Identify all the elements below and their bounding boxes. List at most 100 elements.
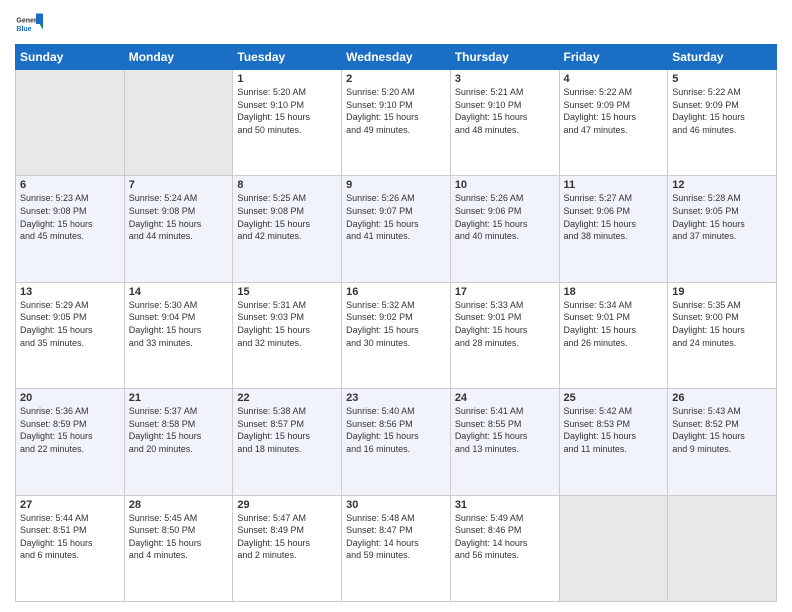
day-cell: 6Sunrise: 5:23 AM Sunset: 9:08 PM Daylig… <box>16 176 125 282</box>
day-number: 28 <box>129 499 229 511</box>
day-cell: 19Sunrise: 5:35 AM Sunset: 9:00 PM Dayli… <box>668 282 777 388</box>
day-number: 25 <box>564 392 664 404</box>
day-cell: 24Sunrise: 5:41 AM Sunset: 8:55 PM Dayli… <box>450 389 559 495</box>
day-info: Sunrise: 5:36 AM Sunset: 8:59 PM Dayligh… <box>20 405 120 455</box>
day-cell <box>124 70 233 176</box>
day-cell: 7Sunrise: 5:24 AM Sunset: 9:08 PM Daylig… <box>124 176 233 282</box>
week-row-2: 6Sunrise: 5:23 AM Sunset: 9:08 PM Daylig… <box>16 176 777 282</box>
day-cell: 3Sunrise: 5:21 AM Sunset: 9:10 PM Daylig… <box>450 70 559 176</box>
day-number: 31 <box>455 499 555 511</box>
day-number: 13 <box>20 286 120 298</box>
day-info: Sunrise: 5:22 AM Sunset: 9:09 PM Dayligh… <box>672 86 772 136</box>
header: General Blue <box>15 10 777 38</box>
day-info: Sunrise: 5:48 AM Sunset: 8:47 PM Dayligh… <box>346 512 446 562</box>
day-info: Sunrise: 5:25 AM Sunset: 9:08 PM Dayligh… <box>237 192 337 242</box>
day-cell: 29Sunrise: 5:47 AM Sunset: 8:49 PM Dayli… <box>233 495 342 601</box>
day-info: Sunrise: 5:21 AM Sunset: 9:10 PM Dayligh… <box>455 86 555 136</box>
calendar-table: SundayMondayTuesdayWednesdayThursdayFrid… <box>15 44 777 602</box>
day-info: Sunrise: 5:26 AM Sunset: 9:07 PM Dayligh… <box>346 192 446 242</box>
day-info: Sunrise: 5:42 AM Sunset: 8:53 PM Dayligh… <box>564 405 664 455</box>
day-number: 27 <box>20 499 120 511</box>
day-cell <box>16 70 125 176</box>
day-cell: 8Sunrise: 5:25 AM Sunset: 9:08 PM Daylig… <box>233 176 342 282</box>
day-number: 19 <box>672 286 772 298</box>
day-info: Sunrise: 5:43 AM Sunset: 8:52 PM Dayligh… <box>672 405 772 455</box>
day-info: Sunrise: 5:37 AM Sunset: 8:58 PM Dayligh… <box>129 405 229 455</box>
day-number: 6 <box>20 179 120 191</box>
day-cell: 22Sunrise: 5:38 AM Sunset: 8:57 PM Dayli… <box>233 389 342 495</box>
day-info: Sunrise: 5:45 AM Sunset: 8:50 PM Dayligh… <box>129 512 229 562</box>
weekday-header-tuesday: Tuesday <box>233 45 342 70</box>
day-info: Sunrise: 5:20 AM Sunset: 9:10 PM Dayligh… <box>237 86 337 136</box>
day-cell: 31Sunrise: 5:49 AM Sunset: 8:46 PM Dayli… <box>450 495 559 601</box>
day-info: Sunrise: 5:40 AM Sunset: 8:56 PM Dayligh… <box>346 405 446 455</box>
day-number: 21 <box>129 392 229 404</box>
day-cell: 10Sunrise: 5:26 AM Sunset: 9:06 PM Dayli… <box>450 176 559 282</box>
week-row-4: 20Sunrise: 5:36 AM Sunset: 8:59 PM Dayli… <box>16 389 777 495</box>
weekday-header-wednesday: Wednesday <box>342 45 451 70</box>
day-info: Sunrise: 5:30 AM Sunset: 9:04 PM Dayligh… <box>129 299 229 349</box>
day-cell: 26Sunrise: 5:43 AM Sunset: 8:52 PM Dayli… <box>668 389 777 495</box>
day-cell: 28Sunrise: 5:45 AM Sunset: 8:50 PM Dayli… <box>124 495 233 601</box>
day-info: Sunrise: 5:41 AM Sunset: 8:55 PM Dayligh… <box>455 405 555 455</box>
day-cell <box>559 495 668 601</box>
day-info: Sunrise: 5:33 AM Sunset: 9:01 PM Dayligh… <box>455 299 555 349</box>
day-info: Sunrise: 5:26 AM Sunset: 9:06 PM Dayligh… <box>455 192 555 242</box>
day-cell: 2Sunrise: 5:20 AM Sunset: 9:10 PM Daylig… <box>342 70 451 176</box>
week-row-1: 1Sunrise: 5:20 AM Sunset: 9:10 PM Daylig… <box>16 70 777 176</box>
day-number: 2 <box>346 73 446 85</box>
day-cell: 14Sunrise: 5:30 AM Sunset: 9:04 PM Dayli… <box>124 282 233 388</box>
day-number: 5 <box>672 73 772 85</box>
page: General Blue SundayMondayTuesdayWednesda… <box>0 0 792 612</box>
day-number: 3 <box>455 73 555 85</box>
day-cell: 16Sunrise: 5:32 AM Sunset: 9:02 PM Dayli… <box>342 282 451 388</box>
day-cell: 4Sunrise: 5:22 AM Sunset: 9:09 PM Daylig… <box>559 70 668 176</box>
weekday-header-monday: Monday <box>124 45 233 70</box>
day-number: 29 <box>237 499 337 511</box>
day-info: Sunrise: 5:35 AM Sunset: 9:00 PM Dayligh… <box>672 299 772 349</box>
day-info: Sunrise: 5:29 AM Sunset: 9:05 PM Dayligh… <box>20 299 120 349</box>
weekday-header-sunday: Sunday <box>16 45 125 70</box>
day-number: 30 <box>346 499 446 511</box>
day-number: 1 <box>237 73 337 85</box>
day-cell: 30Sunrise: 5:48 AM Sunset: 8:47 PM Dayli… <box>342 495 451 601</box>
day-cell: 23Sunrise: 5:40 AM Sunset: 8:56 PM Dayli… <box>342 389 451 495</box>
day-number: 22 <box>237 392 337 404</box>
day-info: Sunrise: 5:20 AM Sunset: 9:10 PM Dayligh… <box>346 86 446 136</box>
day-info: Sunrise: 5:32 AM Sunset: 9:02 PM Dayligh… <box>346 299 446 349</box>
day-number: 7 <box>129 179 229 191</box>
day-info: Sunrise: 5:47 AM Sunset: 8:49 PM Dayligh… <box>237 512 337 562</box>
day-number: 17 <box>455 286 555 298</box>
day-number: 18 <box>564 286 664 298</box>
day-cell: 13Sunrise: 5:29 AM Sunset: 9:05 PM Dayli… <box>16 282 125 388</box>
day-cell: 11Sunrise: 5:27 AM Sunset: 9:06 PM Dayli… <box>559 176 668 282</box>
day-info: Sunrise: 5:28 AM Sunset: 9:05 PM Dayligh… <box>672 192 772 242</box>
logo: General Blue <box>15 10 43 38</box>
day-number: 4 <box>564 73 664 85</box>
weekday-header-row: SundayMondayTuesdayWednesdayThursdayFrid… <box>16 45 777 70</box>
day-cell: 27Sunrise: 5:44 AM Sunset: 8:51 PM Dayli… <box>16 495 125 601</box>
week-row-3: 13Sunrise: 5:29 AM Sunset: 9:05 PM Dayli… <box>16 282 777 388</box>
day-info: Sunrise: 5:31 AM Sunset: 9:03 PM Dayligh… <box>237 299 337 349</box>
day-number: 8 <box>237 179 337 191</box>
day-cell: 1Sunrise: 5:20 AM Sunset: 9:10 PM Daylig… <box>233 70 342 176</box>
day-info: Sunrise: 5:38 AM Sunset: 8:57 PM Dayligh… <box>237 405 337 455</box>
weekday-header-thursday: Thursday <box>450 45 559 70</box>
day-cell: 15Sunrise: 5:31 AM Sunset: 9:03 PM Dayli… <box>233 282 342 388</box>
day-number: 14 <box>129 286 229 298</box>
day-number: 26 <box>672 392 772 404</box>
weekday-header-saturday: Saturday <box>668 45 777 70</box>
day-info: Sunrise: 5:27 AM Sunset: 9:06 PM Dayligh… <box>564 192 664 242</box>
day-info: Sunrise: 5:23 AM Sunset: 9:08 PM Dayligh… <box>20 192 120 242</box>
day-info: Sunrise: 5:24 AM Sunset: 9:08 PM Dayligh… <box>129 192 229 242</box>
day-cell: 18Sunrise: 5:34 AM Sunset: 9:01 PM Dayli… <box>559 282 668 388</box>
day-number: 12 <box>672 179 772 191</box>
day-info: Sunrise: 5:44 AM Sunset: 8:51 PM Dayligh… <box>20 512 120 562</box>
day-info: Sunrise: 5:34 AM Sunset: 9:01 PM Dayligh… <box>564 299 664 349</box>
day-number: 20 <box>20 392 120 404</box>
day-cell: 17Sunrise: 5:33 AM Sunset: 9:01 PM Dayli… <box>450 282 559 388</box>
day-number: 11 <box>564 179 664 191</box>
day-cell: 9Sunrise: 5:26 AM Sunset: 9:07 PM Daylig… <box>342 176 451 282</box>
svg-text:Blue: Blue <box>16 26 31 33</box>
weekday-header-friday: Friday <box>559 45 668 70</box>
